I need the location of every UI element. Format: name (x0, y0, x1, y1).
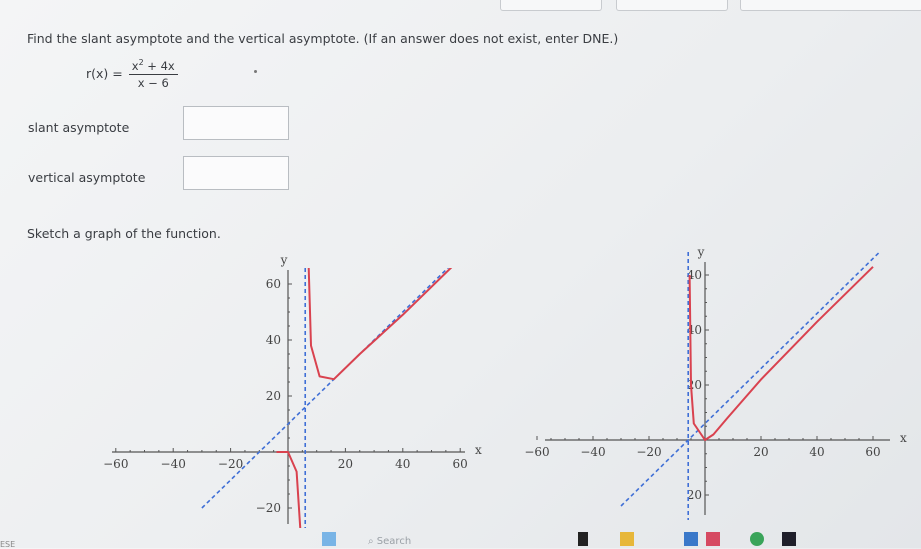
taskbar-search[interactable]: ⌕ Search (368, 536, 411, 547)
x-tick-label: −60 (524, 445, 549, 459)
x-axis-label: x (475, 443, 482, 457)
graph-option-1: −60 −40 −20 20 40 60 −20 20 40 60 x y (103, 253, 482, 528)
dropbox-icon[interactable] (782, 532, 796, 546)
y-tick-label: 20 (687, 488, 702, 502)
x-tick-label: 40 (809, 445, 824, 459)
store-icon[interactable] (684, 532, 698, 546)
y-tick-label: 20 (266, 389, 281, 403)
plot-area (201, 268, 453, 528)
function-curve-1 (688, 266, 874, 441)
y-tick-label: 60 (266, 277, 281, 291)
start-icon[interactable] (322, 532, 336, 546)
x-tick-label: −40 (580, 445, 605, 459)
graph-option-2: −60 −40 −20 20 40 6020204040xy (524, 245, 907, 520)
y-tick-label: 40 (687, 323, 702, 337)
y-tick-label: −20 (256, 501, 281, 515)
plot-area (620, 252, 881, 520)
x-tick-label: −20 (636, 445, 661, 459)
search-icon: ⌕ (368, 536, 374, 547)
y-axis-label: y (280, 253, 288, 267)
x-axis-label: x (900, 431, 907, 445)
y-axis-label: y (697, 245, 705, 259)
graph-options-canvas: −60 −40 −20 20 40 60 −20 20 40 60 x y −60 −40 −20 20 40 6… (103, 245, 907, 528)
chrome-icon[interactable] (750, 532, 764, 546)
x-tick-label: 60 (453, 457, 468, 471)
x-tick-label: −40 (161, 457, 186, 471)
app-d-icon[interactable] (706, 532, 720, 546)
file-explorer-icon[interactable] (620, 532, 634, 546)
y-tick-label: 40 (266, 333, 281, 347)
app-l-icon[interactable] (578, 532, 588, 546)
function-curve-2 (307, 268, 453, 381)
x-tick-label: −20 (218, 457, 243, 471)
y-tick-label: 20 (687, 378, 702, 392)
slant-asymptote-line (620, 252, 881, 507)
x-tick-label: 60 (865, 445, 880, 459)
x-tick-label: −60 (103, 457, 128, 471)
x-tick-label: 20 (753, 445, 768, 459)
x-tick-label: 20 (338, 457, 353, 471)
taskbar-search-label: Search (376, 536, 412, 547)
x-tick-label: 40 (395, 457, 410, 471)
